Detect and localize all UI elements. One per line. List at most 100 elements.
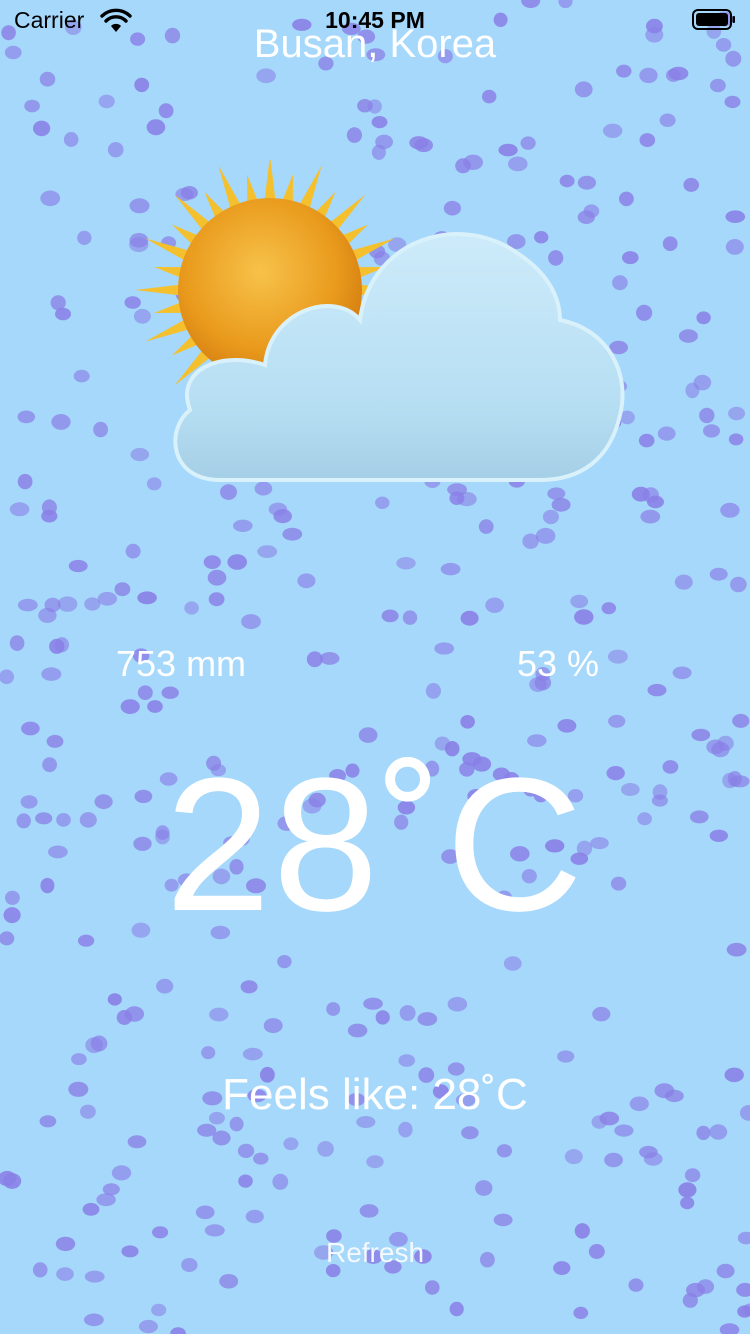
rain-drop — [725, 210, 746, 223]
rain-drop — [263, 1018, 283, 1034]
rain-drop — [440, 562, 461, 576]
rain-drop — [683, 177, 699, 192]
partly-cloudy-icon — [135, 160, 625, 482]
rain-drop — [460, 610, 479, 626]
rain-drop — [638, 433, 655, 448]
rain-drop — [238, 1174, 253, 1188]
rain-drop — [9, 502, 30, 517]
rain-drop — [282, 527, 303, 541]
rain-drop — [84, 1270, 105, 1283]
rain-drop — [120, 699, 140, 714]
rain-drop — [82, 1202, 100, 1216]
sun-ray — [299, 165, 322, 210]
rain-drop — [480, 1251, 495, 1268]
rain-drop — [601, 602, 616, 615]
rain-drop — [603, 123, 623, 138]
sun-ray — [329, 194, 366, 231]
rain-drop — [725, 239, 744, 255]
rain-drop — [209, 1007, 229, 1022]
rain-drop — [98, 94, 115, 109]
sun-ray — [145, 238, 190, 261]
rain-drop — [396, 557, 416, 570]
rain-drop — [151, 1303, 167, 1317]
rain-drop — [0, 669, 14, 685]
rain-drop — [703, 424, 720, 438]
rain-drop — [363, 997, 383, 1010]
rain-drop — [283, 1137, 299, 1151]
rain-drop — [732, 713, 750, 728]
rain-drop — [425, 683, 441, 699]
rain-drop — [326, 1002, 341, 1016]
rain-drop — [39, 71, 56, 87]
sun-ray — [218, 165, 241, 210]
sun-ray — [246, 174, 258, 203]
rain-drop — [44, 597, 61, 613]
pressure-value: 753 mm — [116, 643, 247, 684]
rain-drop — [678, 1182, 697, 1198]
rain-drop — [709, 567, 728, 581]
refresh-button[interactable]: Refresh — [300, 1236, 450, 1270]
rain-drop — [49, 638, 65, 654]
rain-drop — [503, 956, 522, 971]
rain-drop — [461, 1126, 479, 1140]
rain-drop — [381, 609, 399, 623]
rain-drop — [56, 1267, 74, 1281]
rain-drop — [146, 119, 166, 136]
rain-drop — [570, 594, 589, 609]
feels-like-label: Feels like: 28˚C — [222, 1070, 528, 1119]
sun-ray — [154, 302, 183, 314]
rain-drop — [253, 1152, 269, 1165]
rain-drop — [592, 1006, 611, 1022]
rain-drop — [77, 230, 92, 245]
rain-drop — [699, 407, 715, 424]
rain-drop — [240, 980, 258, 994]
humidity-value: 53 % — [517, 643, 600, 684]
sun-ray — [154, 266, 183, 278]
rain-drop — [111, 1165, 132, 1181]
rain-drop — [366, 1155, 384, 1169]
rain-drop — [256, 68, 276, 84]
rain-drop — [375, 134, 393, 150]
rain-drop — [478, 519, 494, 534]
rain-drop — [557, 719, 577, 733]
rain-drop — [719, 1323, 740, 1334]
rain-drop — [156, 978, 174, 994]
rain-drop — [257, 545, 278, 558]
rain-drop — [107, 993, 122, 1006]
rain-drop — [273, 508, 293, 524]
rain-drop — [55, 1236, 76, 1252]
rain-drop — [447, 996, 468, 1012]
rain-drop — [542, 509, 559, 525]
rain-drop — [680, 1196, 695, 1210]
rain-drop — [398, 1054, 416, 1067]
rain-drop — [227, 554, 247, 570]
rain-drop — [41, 499, 57, 516]
rain-drop — [277, 955, 292, 969]
rain-drop — [720, 502, 740, 518]
rain-drop — [24, 99, 40, 113]
rain-drop — [636, 304, 653, 321]
rain-drop — [317, 1141, 334, 1157]
rain-drop — [197, 1123, 217, 1137]
rain-drop — [409, 136, 429, 150]
rain-drop — [219, 1274, 239, 1289]
rain-drop — [402, 610, 418, 625]
rain-drop — [685, 382, 700, 399]
rain-drop — [51, 414, 71, 430]
rain-drop — [201, 1046, 216, 1060]
rain-drop — [242, 1047, 263, 1061]
rain-drop — [125, 543, 141, 559]
rain-drop — [736, 1282, 750, 1297]
rain-drop — [434, 642, 455, 655]
rain-drop — [659, 113, 676, 127]
rain-drop — [63, 132, 79, 147]
rain-drop — [696, 311, 711, 325]
rain-drop — [241, 614, 261, 630]
rain-drop — [40, 190, 61, 207]
rain-drop — [21, 721, 40, 736]
rain-drop — [84, 597, 101, 611]
rain-drop — [449, 1301, 464, 1317]
rain-drop — [639, 133, 656, 148]
rain-drop — [398, 1121, 413, 1138]
rain-drop — [573, 1306, 589, 1319]
